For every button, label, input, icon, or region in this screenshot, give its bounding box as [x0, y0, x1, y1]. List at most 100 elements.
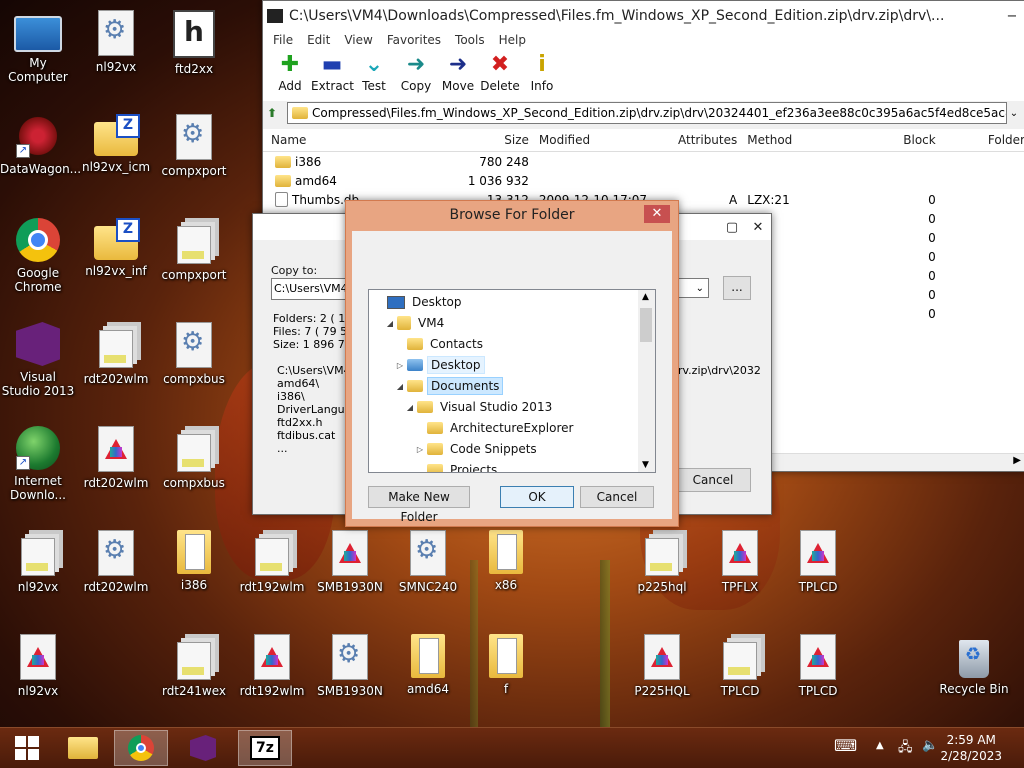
desktop-icon[interactable]: rdt192wlm — [234, 530, 310, 594]
scroll-thumb[interactable] — [640, 308, 652, 342]
delete-button[interactable]: ✖ Delete — [479, 51, 521, 101]
copy-to-input[interactable]: C:\Users\VM4\ — [271, 278, 355, 300]
desktop-icon[interactable]: TPLCD — [780, 634, 856, 698]
desktop-icon[interactable]: amd64 — [390, 634, 466, 696]
path-combobox[interactable]: Compressed\Files.fm_Windows_XP_Second_Ed… — [287, 102, 1007, 124]
taskbar-google-chrome[interactable] — [114, 730, 168, 766]
tree-node[interactable]: ◢ Visual Studio 2013 — [405, 397, 555, 417]
desktop-icon[interactable]: SMB1930N — [312, 530, 388, 594]
table-row[interactable]: amd64 1 036 932 — [263, 171, 1024, 190]
desktop-icon[interactable]: TPLCD — [780, 530, 856, 594]
expand-toggle-icon[interactable]: ◢ — [385, 319, 395, 328]
test-button[interactable]: ⌄ Test — [353, 51, 395, 101]
keyboard-icon[interactable]: ⌨ — [834, 736, 857, 755]
taskbar-visual-studio[interactable] — [176, 730, 230, 766]
expand-toggle-icon[interactable]: ▷ — [415, 445, 425, 454]
desktop-icon[interactable]: rdt241wex — [156, 634, 232, 698]
scroll-right-icon[interactable]: ▶ — [1013, 455, 1021, 466]
tree-node[interactable]: Contacts — [395, 334, 486, 354]
maximize-button[interactable]: ▢ — [719, 217, 745, 237]
column-block[interactable]: Block — [856, 133, 935, 147]
desktop-icon[interactable]: h ftd2xx — [156, 10, 232, 76]
close-button[interactable]: ✕ — [644, 205, 670, 223]
expand-toggle-icon[interactable]: ▷ — [395, 361, 405, 370]
menu-item-edit[interactable]: Edit — [301, 31, 338, 51]
clock[interactable]: 2:59 AM 2/28/2023 — [940, 732, 1002, 764]
desktop-icon[interactable]: SMB1930N — [312, 634, 388, 698]
column-modified[interactable]: Modified — [529, 133, 678, 147]
desktop-icon[interactable]: SMNC240 — [390, 530, 466, 594]
tree-node[interactable]: ▷ Desktop — [395, 355, 485, 375]
add-button[interactable]: ✚ Add — [269, 51, 311, 101]
folder-tree[interactable]: ▲ ▼ Desktop ◢ VM4 Contacts ▷ Desktop ◢ Document… — [368, 289, 656, 473]
path-dropdown-icon[interactable]: ⌄ — [1007, 108, 1021, 119]
desktop-icon[interactable]: Recycle Bin — [936, 634, 1012, 696]
desktop-icon[interactable]: compxport — [156, 114, 232, 178]
desktop-icon[interactable]: compxport — [156, 218, 232, 282]
desktop-icon[interactable]: rdt202wlm — [78, 426, 154, 490]
taskbar-file-explorer[interactable] — [56, 730, 110, 766]
column-attributes[interactable]: Attributes — [678, 133, 737, 147]
vertical-scrollbar[interactable]: ▲ ▼ — [638, 290, 655, 472]
desktop-icon[interactable]: nl92vx — [78, 10, 154, 74]
table-row[interactable]: i386 780 248 — [263, 152, 1024, 171]
desktop-icon[interactable]: f — [468, 634, 544, 696]
menu-item-tools[interactable]: Tools — [449, 31, 493, 51]
desktop-icon[interactable]: TPFLX — [702, 530, 778, 594]
column-name[interactable]: Name — [263, 133, 450, 147]
tree-node[interactable]: ArchitectureExplorer — [415, 418, 576, 438]
volume-icon[interactable]: 🔈 — [922, 738, 938, 753]
close-button[interactable]: ✕ — [745, 217, 771, 237]
tree-node[interactable]: Desktop — [375, 292, 465, 312]
title-bar[interactable]: C:\Users\VM4\Downloads\Compressed\Files.… — [263, 1, 1024, 31]
info-button[interactable]: i Info — [521, 51, 563, 101]
scroll-down-icon[interactable]: ▼ — [642, 460, 649, 470]
desktop-icon[interactable]: Internet Downlo... — [0, 426, 76, 502]
taskbar-7zip[interactable]: 7z — [238, 730, 292, 766]
move-button[interactable]: ➜ Move — [437, 51, 479, 101]
menu-item-help[interactable]: Help — [493, 31, 534, 51]
desktop-icon[interactable]: x86 — [468, 530, 544, 592]
desktop-icon[interactable]: i386 — [156, 530, 232, 592]
tree-node[interactable]: Projects — [415, 460, 500, 472]
desktop-icon[interactable]: My Computer — [0, 10, 76, 84]
show-hidden-icons-chevron[interactable]: ▲ — [876, 740, 884, 751]
column-size[interactable]: Size — [450, 133, 529, 147]
cancel-button[interactable]: Cancel — [580, 486, 654, 508]
start-button[interactable] — [0, 730, 54, 766]
expand-toggle-icon[interactable]: ◢ — [395, 382, 405, 391]
browse-for-folder-dialog[interactable]: Browse For Folder ✕ ▲ ▼ Desktop ◢ VM4 Conta… — [345, 200, 679, 527]
column-method[interactable]: Method — [737, 133, 856, 147]
desktop-icon[interactable]: nl92vx — [0, 530, 76, 594]
desktop-icon[interactable]: Visual Studio 2013 — [0, 322, 76, 398]
menu-item-file[interactable]: File — [267, 31, 301, 51]
desktop-icon[interactable]: p225hql — [624, 530, 700, 594]
desktop-icon[interactable]: Google Chrome — [0, 218, 76, 294]
network-icon[interactable]: 🖧 — [898, 738, 913, 760]
minimize-button[interactable]: − — [999, 6, 1024, 26]
up-folder-icon[interactable]: ⬆ — [267, 106, 287, 120]
desktop-icon[interactable]: nl92vx_inf — [78, 218, 154, 278]
desktop-icon[interactable]: compxbus — [156, 426, 232, 490]
browse-button[interactable]: ... — [723, 276, 751, 300]
column-folder[interactable]: Folder — [936, 133, 1024, 147]
extract-button[interactable]: ▬ Extract — [311, 51, 354, 101]
tree-node[interactable]: ◢ Documents — [395, 376, 504, 396]
desktop-icon[interactable]: TPLCD — [702, 634, 778, 698]
menu-item-view[interactable]: View — [338, 31, 380, 51]
cancel-button[interactable]: Cancel — [675, 468, 751, 492]
desktop-icon[interactable]: nl92vx — [0, 634, 76, 698]
desktop-icon[interactable]: P225HQL — [624, 634, 700, 698]
menu-item-favorites[interactable]: Favorites — [381, 31, 449, 51]
desktop-icon[interactable]: compxbus — [156, 322, 232, 386]
desktop-icon[interactable]: nl92vx_icm — [78, 114, 154, 174]
desktop-icon[interactable]: rdt202wlm — [78, 322, 154, 386]
desktop-icon[interactable]: DataWagon... — [0, 114, 81, 176]
scroll-up-icon[interactable]: ▲ — [642, 292, 649, 302]
expand-toggle-icon[interactable]: ◢ — [405, 403, 415, 412]
desktop-icon[interactable]: rdt192wlm — [234, 634, 310, 698]
ok-button[interactable]: OK — [500, 486, 574, 508]
desktop-icon[interactable]: rdt202wlm — [78, 530, 154, 594]
browse-title-bar[interactable]: Browse For Folder ✕ — [346, 201, 678, 229]
copy-button[interactable]: ➜ Copy — [395, 51, 437, 101]
